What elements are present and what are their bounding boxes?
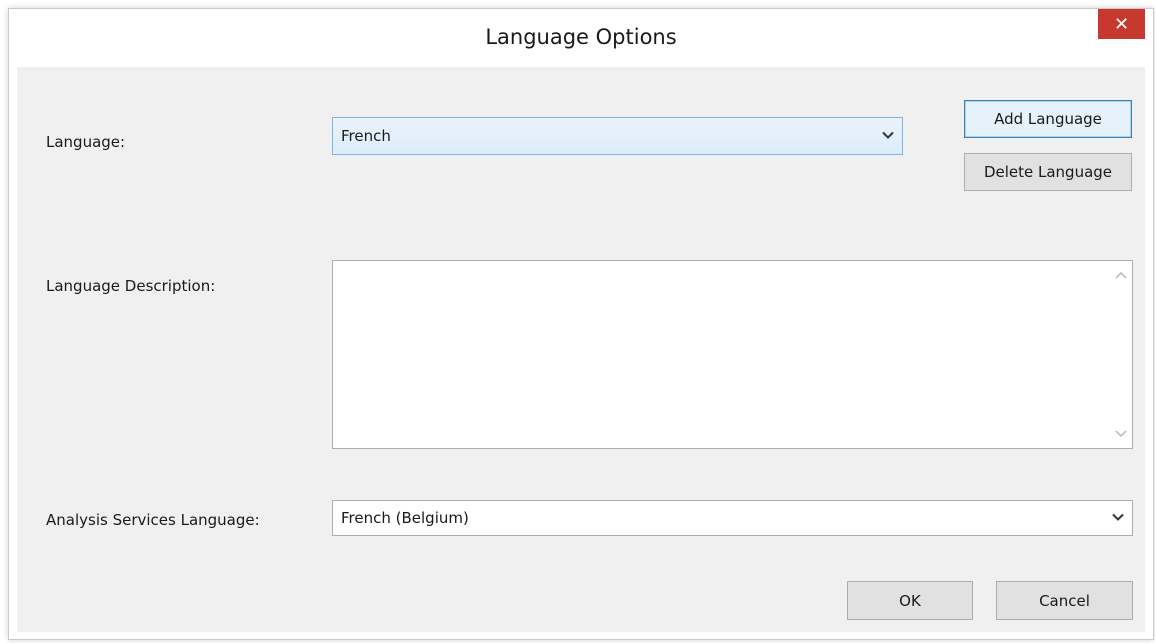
add-language-button[interactable]: Add Language	[964, 100, 1132, 138]
chevron-down-icon	[882, 129, 894, 144]
language-description-textarea[interactable]	[332, 260, 1133, 449]
delete-language-button[interactable]: Delete Language	[964, 153, 1132, 191]
language-description-label: Language Description:	[46, 277, 216, 295]
scroll-down-icon[interactable]	[1110, 423, 1132, 445]
language-dropdown[interactable]: French	[332, 117, 903, 155]
scroll-up-icon[interactable]	[1110, 264, 1132, 286]
chevron-down-icon	[1112, 511, 1124, 526]
cancel-button[interactable]: Cancel	[996, 581, 1133, 620]
language-options-dialog: Language Options ✕ Language: French Add …	[8, 8, 1154, 640]
language-value: French	[341, 127, 391, 145]
ok-button[interactable]: OK	[847, 581, 973, 620]
dialog-body: Language: French Add Language Delete Lan…	[17, 67, 1145, 632]
close-button[interactable]: ✕	[1098, 9, 1145, 39]
analysis-services-language-dropdown[interactable]: French (Belgium)	[332, 500, 1133, 536]
analysis-services-language-value: French (Belgium)	[341, 509, 469, 527]
analysis-services-language-label: Analysis Services Language:	[46, 511, 260, 529]
vertical-scrollbar[interactable]	[1110, 261, 1132, 448]
close-icon: ✕	[1113, 13, 1130, 35]
title-bar: Language Options ✕	[9, 9, 1153, 67]
language-label: Language:	[46, 133, 126, 151]
dialog-title: Language Options	[485, 25, 677, 49]
